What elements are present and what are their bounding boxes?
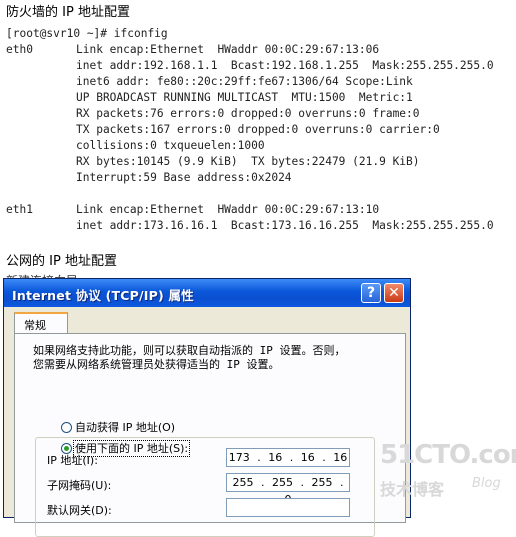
default-gateway-input[interactable]	[226, 498, 350, 517]
terminal-output: [root@svr10 ~]# ifconfig eth0 Link encap…	[6, 27, 514, 237]
eth0-line: inet addr:192.168.1.1 Bcast:192.168.1.25…	[76, 59, 494, 72]
heading-firewall: 防火墙的 IP 地址配置	[6, 5, 130, 20]
eth1-line: Link encap:Ethernet HWaddr 00:0C:29:67:1…	[76, 203, 380, 216]
close-button[interactable]: ✕	[384, 283, 404, 303]
subnet-mask-input[interactable]: 255 . 255 . 255 . 0	[226, 473, 350, 506]
eth0-line: UP BROADCAST RUNNING MULTICAST MTU:1500 …	[76, 91, 413, 104]
default-gateway-label: 默认网关(D):	[47, 504, 112, 517]
terminal-prompt: [root@svr10 ~]# ifconfig	[6, 27, 168, 40]
eth0-line: Link encap:Ethernet HWaddr 00:0C:29:67:1…	[76, 43, 380, 56]
eth0-line: Interrupt:59 Base address:0x2024	[76, 171, 292, 184]
ip-address-input[interactable]: 173 . 16 . 16 . 16	[226, 448, 350, 467]
tcpip-properties-dialog: Internet 协议 (TCP/IP) 属性 ? ✕ 常规 如果网络支持此功能…	[3, 278, 411, 537]
watermark-blog: Blog	[472, 476, 501, 491]
eth0-line: RX packets:76 errors:0 dropped:0 overrun…	[76, 107, 420, 120]
interface-eth1-name: eth1	[6, 203, 33, 216]
interface-eth0-name: eth0	[6, 43, 33, 56]
description-line: 您需要从网络系统管理员处获得适当的 IP 设置。	[33, 358, 280, 371]
description-line: 如果网络支持此功能，则可以获取自动指派的 IP 设置。否则，	[33, 344, 346, 357]
eth0-line: inet6 addr: fe80::20c:29ff:fe67:1306/64 …	[76, 75, 413, 88]
help-button[interactable]: ?	[361, 283, 381, 303]
watermark-main: 51CTO.com	[380, 440, 516, 470]
subnet-mask-label: 子网掩码(U):	[47, 479, 112, 492]
eth0-line: collisions:0 txqueuelen:1000	[76, 139, 265, 152]
watermark: 51CTO.com 技术博客 Blog	[376, 440, 516, 500]
heading-public: 公网的 IP 地址配置	[6, 254, 117, 269]
tab-panel: 如果网络支持此功能，则可以获取自动指派的 IP 设置。否则， 您需要从网络系统管…	[14, 333, 406, 537]
eth0-line: RX bytes:10145 (9.9 KiB) TX bytes:22479 …	[76, 155, 420, 168]
tab-general[interactable]: 常规	[14, 312, 68, 334]
ip-address-label: IP 地址(I):	[47, 454, 98, 467]
dialog-title: Internet 协议 (TCP/IP) 属性	[12, 288, 194, 303]
eth1-line: inet addr:173.16.16.1 Bcast:173.16.16.25…	[76, 219, 494, 232]
description-text: 如果网络支持此功能，则可以获取自动指派的 IP 设置。否则， 您需要从网络系统管…	[33, 344, 393, 372]
watermark-sub: 技术博客	[380, 480, 445, 499]
dialog-titlebar[interactable]: Internet 协议 (TCP/IP) 属性 ? ✕	[4, 279, 410, 307]
eth0-line: TX packets:167 errors:0 dropped:0 overru…	[76, 123, 440, 136]
